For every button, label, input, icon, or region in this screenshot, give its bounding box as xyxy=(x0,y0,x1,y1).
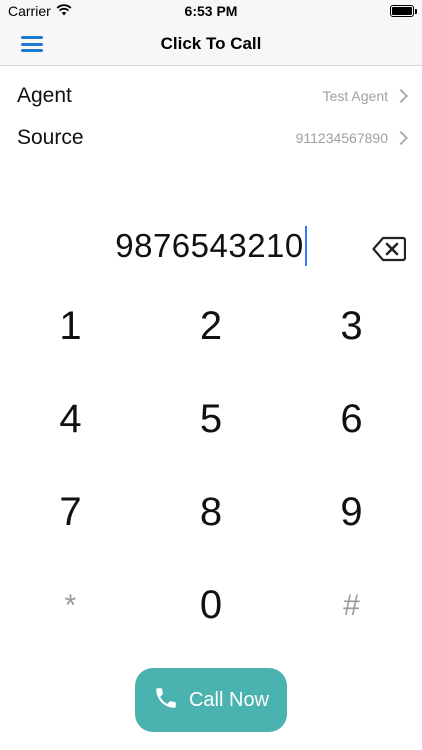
battery-icon xyxy=(390,5,417,17)
key-1[interactable]: 1 xyxy=(0,280,141,373)
key-7[interactable]: 7 xyxy=(0,466,141,559)
chevron-right-icon xyxy=(393,130,409,146)
key-hash[interactable]: # xyxy=(281,559,422,652)
agent-row[interactable]: Agent Test Agent xyxy=(0,75,422,117)
status-bar: Carrier 6:53 PM xyxy=(0,0,422,22)
key-5[interactable]: 5 xyxy=(141,373,281,466)
number-display[interactable]: 9876543210 xyxy=(0,222,422,270)
call-now-button[interactable]: Call Now xyxy=(135,668,287,732)
source-value-group: 911234567890 xyxy=(296,130,410,146)
key-star[interactable]: * xyxy=(0,559,141,652)
menu-icon[interactable] xyxy=(20,34,44,54)
backspace-icon[interactable] xyxy=(372,236,407,262)
key-6[interactable]: 6 xyxy=(281,373,422,466)
source-label: Source xyxy=(17,126,84,149)
key-0[interactable]: 0 xyxy=(141,559,281,652)
phone-icon xyxy=(153,685,179,716)
agent-label: Agent xyxy=(17,84,72,107)
keypad: 1 2 3 4 5 6 7 8 9 * 0 # xyxy=(0,280,422,652)
wifi-icon xyxy=(56,3,72,19)
agent-value: Test Agent xyxy=(322,88,388,104)
dialed-number[interactable]: 9876543210 xyxy=(115,227,304,265)
chevron-right-icon xyxy=(393,88,409,104)
key-2[interactable]: 2 xyxy=(141,280,281,373)
key-3[interactable]: 3 xyxy=(281,280,422,373)
key-9[interactable]: 9 xyxy=(281,466,422,559)
nav-bar: Click To Call xyxy=(0,22,422,66)
carrier-label: Carrier xyxy=(8,3,51,19)
text-caret xyxy=(304,226,307,266)
key-8[interactable]: 8 xyxy=(141,466,281,559)
call-now-label: Call Now xyxy=(188,688,270,711)
page-title: Click To Call xyxy=(160,33,262,53)
source-row[interactable]: Source 911234567890 xyxy=(0,117,422,159)
status-left: Carrier xyxy=(8,3,72,19)
key-4[interactable]: 4 xyxy=(0,373,141,466)
source-value: 911234567890 xyxy=(295,130,388,146)
agent-value-group: Test Agent xyxy=(323,88,410,104)
